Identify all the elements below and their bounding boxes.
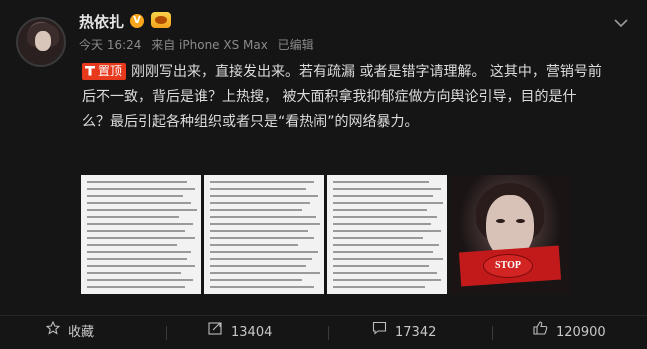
pinned-label: 置顶 <box>98 63 123 78</box>
comment-button[interactable]: 17342 <box>372 316 436 349</box>
like-button[interactable]: 120900 <box>533 316 606 349</box>
comment-icon <box>372 315 387 348</box>
favorite-button[interactable]: 收藏 <box>45 315 95 349</box>
username[interactable]: 热依扎 <box>79 11 124 32</box>
action-separator <box>328 326 329 340</box>
repost-button[interactable]: 13404 <box>208 316 272 349</box>
image-thumbnail[interactable]: STOP <box>450 175 570 294</box>
post-meta: 今天 16:24 来自 iPhone XS Max 已编辑 <box>79 36 320 53</box>
comment-count: 17342 <box>395 325 437 340</box>
avatar[interactable] <box>16 17 66 67</box>
post-source: 来自 iPhone XS Max <box>151 38 268 52</box>
action-separator <box>166 326 167 340</box>
favorite-label: 收藏 <box>68 325 95 340</box>
image-thumbnail[interactable] <box>204 175 324 294</box>
avatar-face <box>35 31 51 51</box>
action-bar: 收藏 13404 17342 120900 <box>0 316 647 349</box>
post-text: 置顶 刚刚写出来，直接发出来。若有疏漏 或者是错字请理解。 这其中，营销号前后不一… <box>82 60 602 135</box>
post-time[interactable]: 今天 16:24 <box>79 38 141 52</box>
repost-count: 13404 <box>231 325 273 340</box>
like-count: 120900 <box>556 325 606 340</box>
repost-icon <box>208 315 223 348</box>
edited-label[interactable]: 已编辑 <box>278 38 314 52</box>
pin-icon <box>85 65 95 76</box>
stop-sign: STOP <box>483 254 533 278</box>
image-thumbnail[interactable] <box>81 175 201 294</box>
thumbs-up-icon <box>533 315 548 348</box>
action-separator <box>492 326 493 340</box>
photo-eye <box>496 219 505 223</box>
image-thumbnail[interactable] <box>327 175 447 294</box>
verified-icon[interactable]: V <box>130 14 144 28</box>
chevron-down-icon[interactable] <box>611 14 631 34</box>
photo-eye <box>516 219 525 223</box>
post-body: 刚刚写出来，直接发出来。若有疏漏 或者是错字请理解。 这其中，营销号前后不一致，… <box>82 64 602 130</box>
member-badge-icon[interactable] <box>151 12 171 28</box>
star-icon <box>45 315 61 348</box>
pinned-badge: 置顶 <box>82 62 127 80</box>
